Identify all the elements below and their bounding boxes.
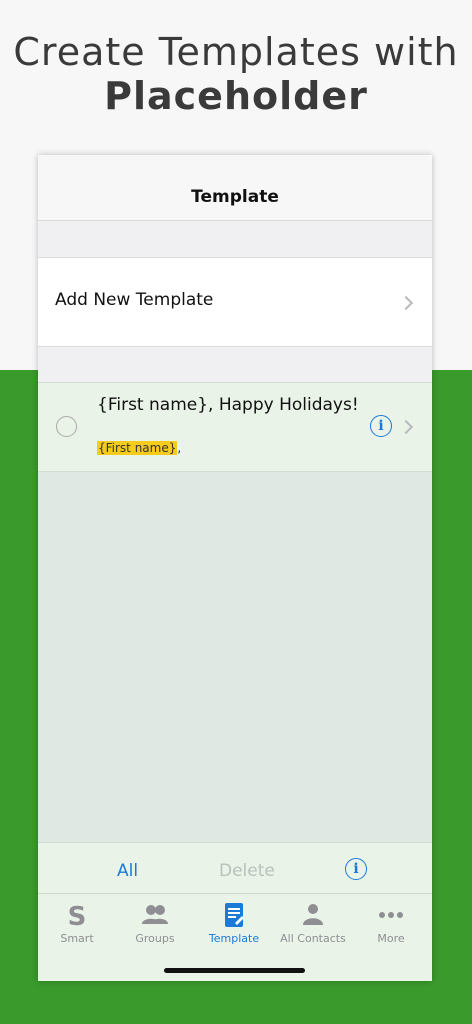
svg-text:S: S [68, 902, 87, 929]
template-preview-rest: , [177, 441, 182, 455]
info-icon[interactable]: i [370, 415, 392, 437]
select-radio[interactable] [56, 416, 77, 437]
template-row[interactable]: {First name}, Happy Holidays! {First nam… [38, 382, 432, 472]
phone-screen: Template Add New Template {First name}, … [38, 155, 432, 981]
groups-icon [142, 905, 168, 924]
delete-button[interactable]: Delete [219, 861, 275, 881]
headline-line2: Placeholder [104, 74, 368, 118]
tab-label: More [377, 932, 405, 945]
person-icon [303, 904, 323, 925]
tab-label: All Contacts [280, 932, 346, 945]
tab-label: Smart [60, 932, 94, 945]
template-doc-icon [225, 903, 244, 927]
edit-toolbar: All Delete i [38, 842, 432, 894]
template-preview: {First name}, [97, 441, 181, 455]
chevron-right-icon [398, 295, 414, 311]
more-dots-icon [379, 912, 403, 918]
add-new-template-label: Add New Template [55, 290, 214, 310]
tab-more[interactable]: More [352, 894, 430, 954]
template-title: {First name}, Happy Holidays! [97, 395, 359, 415]
tab-label: Groups [135, 932, 175, 945]
page-title: Template [191, 187, 279, 207]
tab-label: Template [208, 932, 260, 945]
smart-s-icon: S [68, 902, 87, 929]
add-new-template-row[interactable]: Add New Template [38, 257, 432, 347]
tab-groups[interactable]: Groups [116, 894, 194, 954]
info-icon[interactable]: i [345, 858, 367, 880]
tab-smart[interactable]: S Smart [38, 894, 116, 954]
home-indicator[interactable] [164, 968, 305, 973]
headline: Create Templates with Placeholder [0, 30, 472, 118]
headline-line1: Create Templates with [13, 30, 459, 74]
navigation-bar: Template [38, 155, 432, 221]
tab-template[interactable]: Template [195, 894, 273, 954]
chevron-right-icon[interactable] [398, 419, 414, 435]
tab-all-contacts[interactable]: All Contacts [274, 894, 352, 954]
placeholder-highlight: {First name} [97, 441, 178, 455]
select-all-button[interactable]: All [117, 861, 138, 881]
